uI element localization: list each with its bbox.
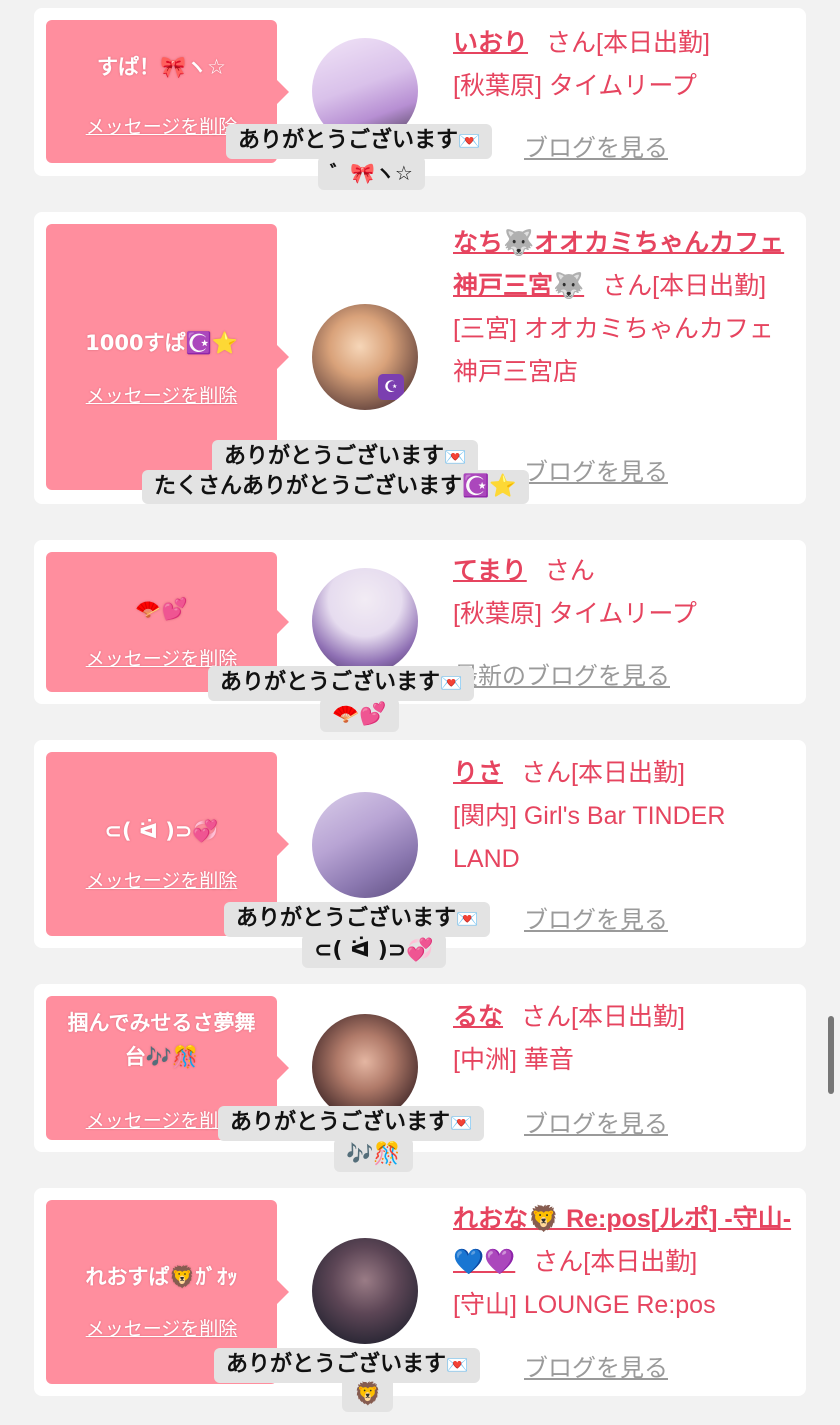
working-badge: [本日出勤] bbox=[571, 759, 685, 787]
blog-link[interactable]: ブログを見る bbox=[524, 452, 668, 487]
cast-info: いおり さん[本日出勤] [秋葉原] タイムリープ bbox=[453, 22, 793, 108]
working-badge: [本日出勤] bbox=[583, 1248, 698, 1276]
love-letter-icon: 💌 bbox=[444, 447, 467, 468]
shop-name: [中洲] 華音 bbox=[453, 1046, 574, 1074]
reply-text: ありがとうございます bbox=[226, 1352, 447, 1377]
cast-info: なち🐺オオカミちゃんカフェ神戸三宮🐺 さん[本日出勤] [三宮] オオカミちゃんカ… bbox=[453, 222, 793, 394]
cast-info: りさ さん[本日出勤] [関内] Girl's Bar TINDER LAND bbox=[453, 752, 793, 881]
reply-tail-text: ゛🎀ヽ☆ bbox=[330, 161, 413, 185]
moon-icon: ☪ bbox=[378, 374, 404, 400]
san-label: さん bbox=[521, 1003, 572, 1031]
message-text: 🪭💕 bbox=[135, 597, 188, 621]
delete-message-link[interactable]: メッセージを削除 bbox=[46, 381, 277, 408]
reply-bubble-tail: 🎶🎊 bbox=[334, 1138, 413, 1172]
message-text: 1000すぱ☪️⭐ bbox=[85, 331, 238, 355]
cast-name-link[interactable]: いおり bbox=[453, 29, 528, 57]
delete-message-link[interactable]: メッセージを削除 bbox=[46, 1314, 277, 1341]
working-badge: [本日出勤] bbox=[571, 1003, 685, 1031]
message-text: れおすぱ🦁ｶﾞｵｯ bbox=[85, 1265, 238, 1289]
reply-tail-text: 🪭💕 bbox=[332, 702, 387, 727]
blog-link[interactable]: ブログを見る bbox=[524, 1348, 668, 1383]
blog-link[interactable]: 最新のブログを見る bbox=[454, 656, 670, 691]
love-letter-icon: 💌 bbox=[446, 1355, 469, 1376]
blog-link[interactable]: ブログを見る bbox=[524, 1104, 668, 1139]
reply-tail-text: たくさんありがとうございます☪️⭐ bbox=[154, 474, 517, 499]
reply-bubble-tail: たくさんありがとうございます☪️⭐ bbox=[142, 470, 529, 504]
shop-name: [関内] Girl's Bar TINDER LAND bbox=[453, 802, 726, 873]
delete-message-link[interactable]: メッセージを削除 bbox=[46, 866, 277, 893]
shop-name: [秋葉原] タイムリープ bbox=[453, 72, 697, 100]
working-badge: [本日出勤] bbox=[596, 29, 710, 57]
scrollbar[interactable] bbox=[828, 1016, 834, 1094]
san-label: さん bbox=[533, 1248, 584, 1276]
reply-text: ありがとうございます bbox=[224, 444, 445, 469]
san-label: さん bbox=[546, 29, 597, 57]
working-badge: [本日出勤] bbox=[652, 272, 767, 300]
cast-name-link[interactable]: るな bbox=[453, 1003, 503, 1031]
reply-text: ありがとうございます bbox=[236, 906, 457, 931]
reply-bubble-tail: 🦁 bbox=[342, 1378, 394, 1412]
reply-bubble: ありがとうございます💌 bbox=[224, 902, 491, 937]
shop-name: [守山] LOUNGE Re:pos bbox=[453, 1291, 716, 1319]
message-text: すぱ！🎀ヽ☆ bbox=[97, 55, 226, 79]
reply-bubble: ありがとうございます💌 bbox=[226, 124, 493, 159]
reply-tail-text: 🎶🎊 bbox=[346, 1142, 401, 1167]
reply-bubble: ありがとうございます💌 bbox=[208, 666, 475, 701]
reply-text: ありがとうございます bbox=[238, 128, 459, 153]
reply-bubble-tail: 🪭💕 bbox=[320, 698, 399, 732]
avatar[interactable] bbox=[312, 1014, 418, 1120]
cast-name-link[interactable]: てまり bbox=[453, 557, 527, 585]
shop-name: [秋葉原] タイムリープ bbox=[453, 600, 697, 628]
blog-link[interactable]: ブログを見る bbox=[524, 128, 668, 163]
cast-info: てまり さん [秋葉原] タイムリープ bbox=[453, 550, 793, 636]
avatar[interactable] bbox=[312, 568, 418, 674]
message-text: 掴んでみせるさ夢舞台🎶🎊 bbox=[67, 1011, 256, 1069]
avatar[interactable] bbox=[312, 792, 418, 898]
reply-bubble: ありがとうございます💌 bbox=[218, 1106, 485, 1141]
avatar[interactable]: ☪ bbox=[312, 304, 418, 410]
reply-bubble-tail: ⊂( ᐛ )⊃💞 bbox=[302, 934, 446, 968]
san-label: さん bbox=[602, 272, 653, 300]
love-letter-icon: 💌 bbox=[456, 909, 479, 930]
reply-text: ありがとうございます bbox=[220, 670, 441, 695]
cast-info: れおな🦁 Re:pos[ルポ] -守山-💙💜 さん[本日出勤] [守山] LOUN… bbox=[453, 1198, 793, 1327]
message-text: ⊂( ᐛ )⊃💞 bbox=[104, 819, 219, 843]
love-letter-icon: 💌 bbox=[450, 1113, 473, 1134]
reply-text: ありがとうございます bbox=[230, 1110, 451, 1135]
san-label: さん bbox=[521, 759, 572, 787]
cast-name-link[interactable]: りさ bbox=[453, 759, 503, 787]
love-letter-icon: 💌 bbox=[440, 673, 463, 694]
cast-info: るな さん[本日出勤] [中洲] 華音 bbox=[453, 996, 793, 1082]
shop-name: [三宮] オオカミちゃんカフェ神戸三宮店 bbox=[453, 315, 774, 386]
avatar[interactable] bbox=[312, 1238, 418, 1344]
love-letter-icon: 💌 bbox=[458, 131, 481, 152]
reply-tail-text: 🦁 bbox=[354, 1382, 382, 1407]
reply-tail-text: ⊂( ᐛ )⊃💞 bbox=[314, 938, 434, 963]
san-label: さん bbox=[544, 557, 595, 585]
reply-bubble-tail: ゛🎀ヽ☆ bbox=[318, 156, 425, 190]
blog-link[interactable]: ブログを見る bbox=[524, 900, 668, 935]
